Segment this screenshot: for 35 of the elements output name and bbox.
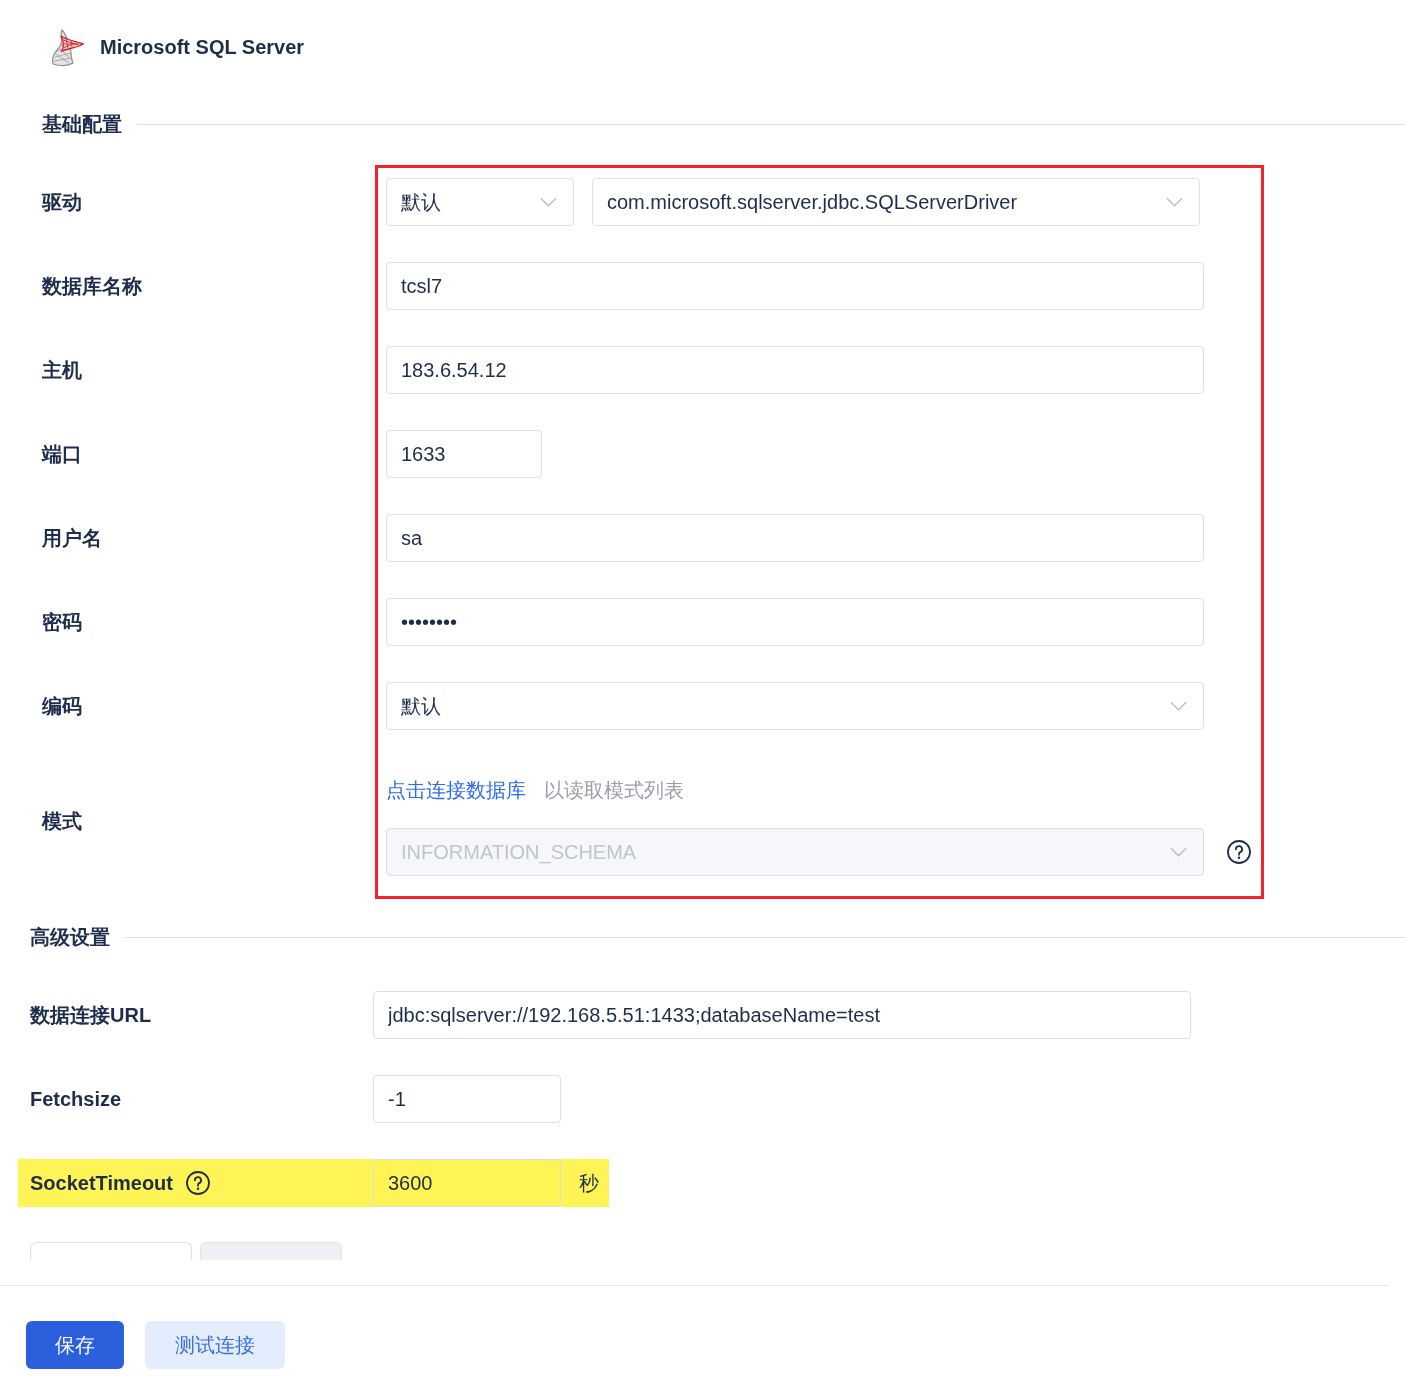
field-label: 端口 [42, 441, 82, 467]
text-input[interactable]: 1633 [386, 430, 542, 478]
field-label: 编码 [42, 693, 82, 719]
text-input[interactable]: jdbc:sqlserver://192.168.5.51:1433;databaseName=test [373, 991, 1191, 1039]
text-input[interactable]: 183.6.54.12 [386, 346, 1204, 394]
section-title: 基础配置 [42, 111, 122, 137]
dropdown[interactable]: 默认 [386, 178, 574, 226]
text-input[interactable]: sa [386, 514, 1204, 562]
text-input[interactable]: -1 [373, 1075, 561, 1123]
text-input[interactable]: 3600 [373, 1159, 561, 1207]
text-input[interactable]: tcsl7 [386, 262, 1204, 310]
caret-icon [540, 197, 557, 207]
section-title: 高级设置 [30, 924, 110, 950]
field-label: 用户名 [42, 525, 102, 551]
save-button[interactable]: 保存 [26, 1321, 124, 1369]
help-icon[interactable] [186, 1171, 210, 1195]
dropdown[interactable]: 默认 [386, 682, 1204, 730]
field-label: 密码 [42, 609, 82, 635]
app-title: Microsoft SQL Server [100, 35, 305, 59]
field-label: Fetchsize [30, 1087, 122, 1111]
caret-icon [1166, 197, 1183, 207]
caret-icon [1170, 847, 1187, 857]
field-label: 驱动 [42, 189, 82, 215]
field-label: 数据库名称 [42, 273, 142, 299]
field-label: 模式 [42, 808, 82, 834]
hint-text: 以读取模式列表 [544, 777, 684, 803]
unit-label: 秒 [579, 1170, 599, 1196]
test-button[interactable]: 测试连接 [145, 1321, 285, 1369]
dropdown[interactable]: com.microsoft.sqlserver.jdbc.SQLServerDriver [592, 178, 1200, 226]
password-input[interactable]: •••••••• [386, 598, 1204, 646]
field-label: 主机 [42, 357, 82, 383]
field-label: SocketTimeout [30, 1171, 173, 1195]
caret-icon [1170, 701, 1187, 711]
help-icon[interactable] [1227, 840, 1251, 864]
field-label: 数据连接URL [30, 1002, 152, 1028]
